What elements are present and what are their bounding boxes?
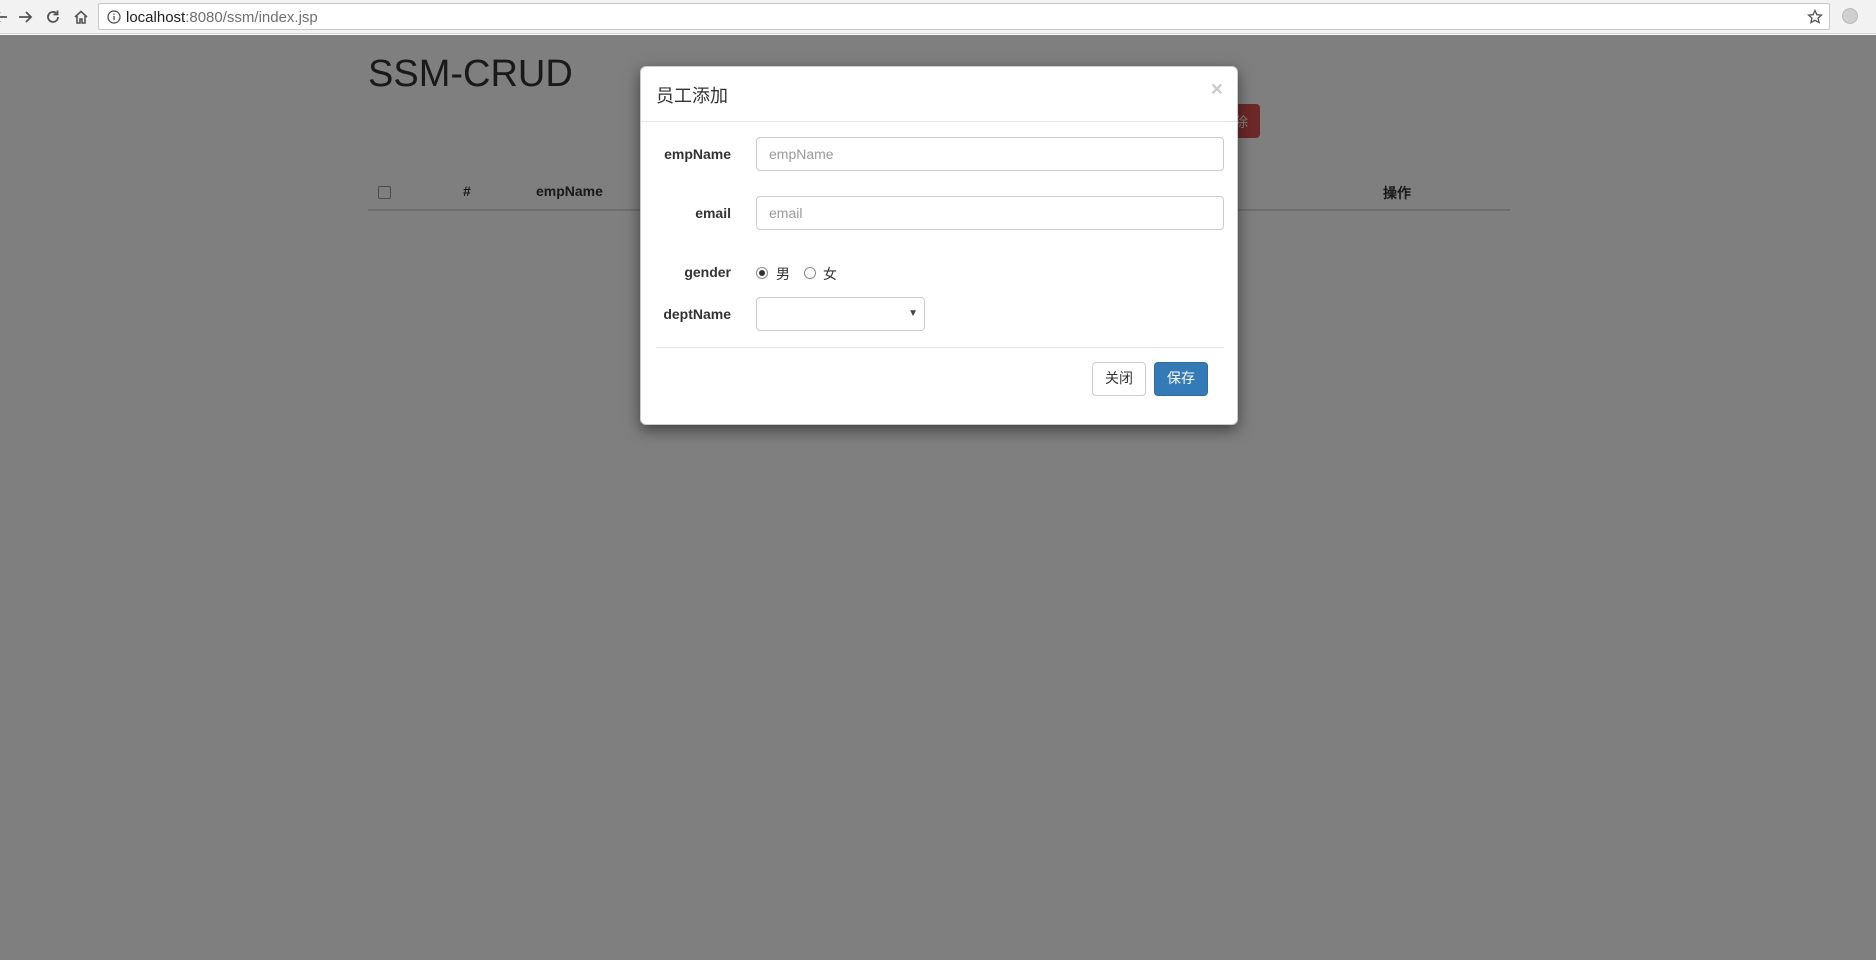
deptname-select[interactable]: ▼ bbox=[756, 297, 925, 331]
bookmark-star-icon[interactable] bbox=[1806, 8, 1824, 30]
gender-label: gender bbox=[684, 264, 731, 280]
deptname-label: deptName bbox=[663, 306, 731, 322]
add-employee-modal: 员工添加 × empName email gender 男 女 deptName… bbox=[640, 66, 1238, 425]
close-button[interactable]: 关闭 bbox=[1092, 362, 1146, 396]
modal-header: 员工添加 × bbox=[641, 67, 1237, 122]
browser-toolbar: localhost:8080/ssm/index.jsp bbox=[0, 0, 1876, 34]
info-icon[interactable] bbox=[107, 10, 121, 29]
reload-icon[interactable] bbox=[40, 4, 66, 30]
modal-footer-divider bbox=[656, 347, 1224, 348]
home-icon[interactable] bbox=[68, 4, 94, 30]
email-input[interactable] bbox=[756, 196, 1224, 230]
gender-option-female-label: 女 bbox=[823, 266, 837, 282]
chevron-down-icon: ▼ bbox=[908, 308, 918, 319]
modal-title: 员工添加 bbox=[656, 86, 728, 106]
gender-option-male-label: 男 bbox=[776, 266, 790, 282]
gender-radio-group: 男 女 bbox=[756, 266, 856, 282]
forward-icon[interactable] bbox=[12, 4, 38, 30]
url-path: :8080/ssm/index.jsp bbox=[185, 9, 318, 26]
empname-input[interactable] bbox=[756, 137, 1224, 171]
gender-radio-male[interactable] bbox=[756, 267, 768, 279]
empname-label: empName bbox=[664, 146, 731, 162]
url-text: localhost:8080/ssm/index.jsp bbox=[126, 9, 318, 26]
address-bar[interactable]: localhost:8080/ssm/index.jsp bbox=[98, 3, 1830, 30]
email-label: email bbox=[695, 205, 731, 221]
gender-radio-female[interactable] bbox=[804, 267, 816, 279]
url-host: localhost bbox=[126, 9, 186, 26]
save-button[interactable]: 保存 bbox=[1154, 362, 1208, 396]
close-icon[interactable]: × bbox=[1211, 78, 1223, 102]
profile-avatar-icon[interactable] bbox=[1842, 8, 1858, 24]
